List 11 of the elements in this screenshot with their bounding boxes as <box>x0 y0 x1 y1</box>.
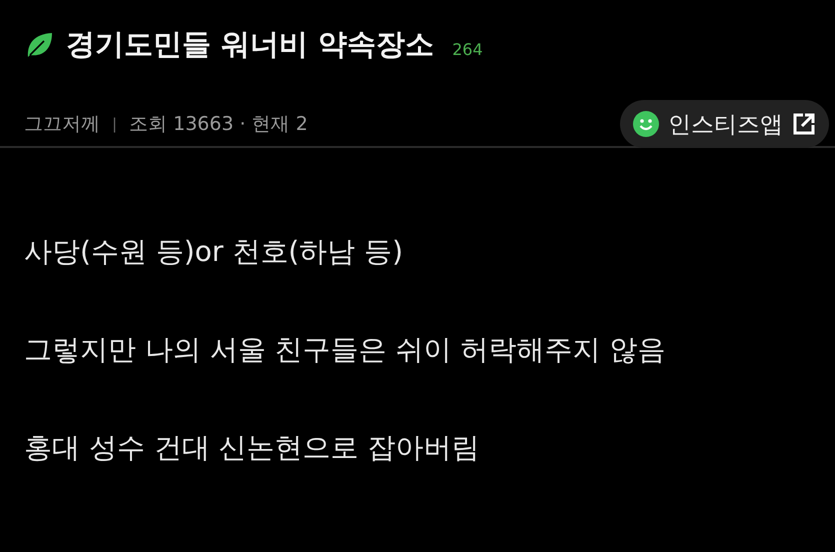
separator: | <box>112 115 118 133</box>
author-name: 그끄저께 <box>24 112 100 137</box>
body-paragraph: 그렇지만 나의 서울 친구들은 쉬이 허락해주지 않음 <box>24 332 666 368</box>
body-paragraph: 홍대 성수 건대 신논현으로 잡아버림 <box>24 430 481 466</box>
smiley-icon <box>632 110 660 138</box>
body-paragraph: 사당(수원 등)or 천호(하남 등) <box>24 234 404 270</box>
comment-count: 264 <box>452 40 483 58</box>
post-title: 경기도민들 워너비 약속장소 <box>66 26 434 63</box>
external-link-icon <box>791 111 817 137</box>
app-button[interactable]: 인스티즈앱 <box>620 100 829 148</box>
view-stats: 조회 13663 · 현재 2 <box>129 112 308 137</box>
